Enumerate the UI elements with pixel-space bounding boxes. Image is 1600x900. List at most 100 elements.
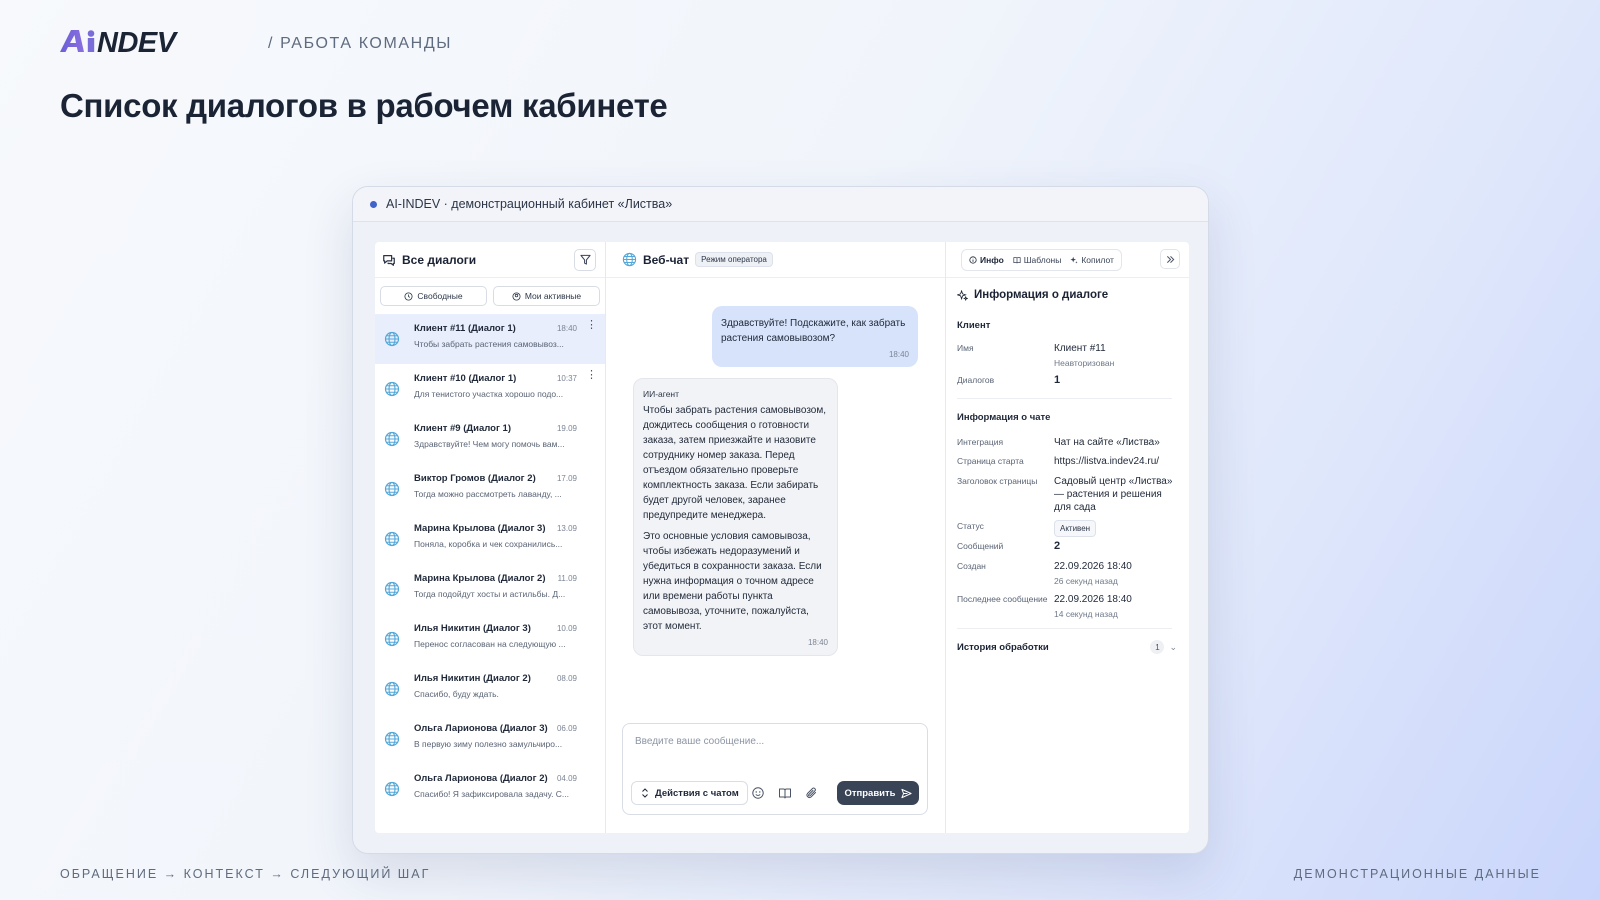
client-dialogs-row: Диалогов 1 [957, 374, 1177, 387]
dialog-item-name: Ольга Ларионова (Диалог 3) [414, 723, 548, 734]
dialog-item-body: Марина Крылова (Диалог 2) 11.09 Тогда подо… [414, 573, 599, 599]
globe-icon [384, 681, 400, 697]
dialog-item-name: Клиент #9 (Диалог 1) [414, 423, 512, 434]
created-label: Создан [957, 561, 986, 571]
info-header: Инфо Шаблоны Копилот [946, 242, 1189, 278]
agent-message: ИИ-агент Чтобы забрать растения самовыво… [633, 378, 838, 656]
dialog-item-name: Клиент #10 (Диалог 1) [414, 373, 517, 384]
workspace: Все диалоги Свободные Мои активные Клиен… [375, 242, 1189, 833]
dialog-item[interactable]: Илья Никитин (Диалог 2) 08.09 Спасибо, буд… [375, 664, 605, 714]
dialog-item-time: 18:40 [556, 324, 577, 333]
send-button[interactable]: Отправить [837, 781, 919, 805]
filter-my-active-label: Мои активные [524, 291, 582, 301]
dialog-item-header: Илья Никитин (Диалог 3) 10.09 [414, 623, 599, 634]
user-message-time: 18:40 [888, 350, 909, 359]
agent-message-paragraph-2: Это основные условия самовывоза, чтобы и… [643, 531, 822, 632]
user-message: Здравствуйте! Подскажите, как забрать ра… [712, 306, 918, 367]
agent-message-paragraph-1: Чтобы забрать растения самовывозом, дожд… [643, 405, 827, 521]
dialog-item-header: Клиент #11 (Диалог 1) 18:40 [414, 323, 599, 334]
dialog-item[interactable]: Ольга Ларионова (Диалог 3) 06.09 В первую … [375, 714, 605, 764]
client-dialogs-value: 1 [1054, 374, 1061, 386]
globe-icon [384, 531, 400, 547]
integration-label: Интеграция [957, 437, 1004, 447]
page-title-row: Заголовок страницы Садовый центр «Листва… [957, 475, 1177, 514]
client-name-value: Клиент #11 Неавторизован [1054, 342, 1177, 370]
processing-history-count: 1 [1150, 640, 1165, 654]
message-composer: Действия с чатом Отправить [622, 723, 928, 815]
message-input[interactable] [635, 736, 915, 747]
status-value: Активен [1054, 520, 1177, 537]
user-message-text: Здравствуйте! Подскажите, как забрать ра… [721, 318, 906, 344]
emoji-icon[interactable] [751, 786, 765, 800]
dialog-item-name: Марина Крылова (Диалог 2) [414, 573, 546, 584]
window-title: AI-INDEV · демонстрационный кабинет «Лис… [386, 197, 673, 211]
dialog-item-time: 08.09 [556, 674, 577, 683]
dialog-item-body: Ольга Ларионова (Диалог 3) 06.09 В первую … [414, 723, 599, 749]
dialog-item-name: Ольга Ларионова (Диалог 2) [414, 773, 548, 784]
dialog-item-preview: Тогда можно рассмотреть лаванду, ... [414, 489, 562, 499]
book-icon[interactable] [778, 786, 792, 800]
last-message-value: 22.09.2026 18:40 14 секунд назад [1054, 593, 1177, 621]
info-title-text: Информация о диалоге [974, 289, 1109, 301]
dialog-item-body: Илья Никитин (Диалог 3) 10.09 Перенос согл… [414, 623, 599, 649]
dialog-item[interactable]: Виктор Громов (Диалог 2) 17.09 Тогда можно… [375, 464, 605, 514]
dialog-item[interactable]: Клиент #10 (Диалог 1) 10:37 Для тенистого … [375, 364, 605, 414]
dialog-item-time: 11.09 [557, 574, 577, 583]
filter-my-active-button[interactable]: Мои активные [493, 286, 600, 306]
chevron-updown-icon [642, 788, 648, 798]
tab-copilot[interactable]: Копилот [1070, 255, 1114, 265]
chevron-down-icon: ⌄ [1169, 641, 1177, 652]
chat-actions-button[interactable]: Действия с чатом [631, 781, 748, 805]
more-vertical-icon[interactable]: ⋮ [586, 370, 597, 381]
info-panel: Инфо Шаблоны Копилот Информация о диалог… [946, 242, 1189, 833]
dialog-item-time: 13.09 [556, 524, 577, 533]
dialog-item-name: Марина Крылова (Диалог 3) [414, 523, 546, 534]
last-message-label: Последнее сообщение [957, 594, 1048, 604]
tab-info[interactable]: Инфо [969, 255, 1004, 265]
client-name-label: Имя [957, 343, 974, 353]
more-vertical-icon[interactable]: ⋮ [586, 320, 597, 331]
dialog-item-time: 10.09 [556, 624, 577, 633]
created-row: Создан 22.09.2026 18:40 26 секунд назад [957, 560, 1177, 588]
tab-templates[interactable]: Шаблоны [1013, 255, 1061, 265]
messages-label: Сообщений [957, 541, 1004, 551]
dialog-item[interactable]: Клиент #9 (Диалог 1) 19.09 Здравствуйте! Ч… [375, 414, 605, 464]
dialog-item-preview: Здравствуйте! Чем могу помочь вам... [414, 439, 565, 449]
paperclip-icon[interactable] [805, 786, 819, 800]
divider [957, 628, 1172, 629]
processing-history-label: История обработки [957, 641, 1049, 653]
sparkle-icon [1070, 256, 1078, 263]
sparkle-icon [957, 289, 968, 301]
dialog-item-name: Илья Никитин (Диалог 3) [414, 623, 531, 634]
dialog-item-header: Илья Никитин (Диалог 2) 08.09 [414, 673, 599, 684]
filter-free-button[interactable]: Свободные [380, 286, 487, 306]
dialog-item-header: Марина Крылова (Диалог 3) 13.09 [414, 523, 599, 534]
dialog-item-body: Виктор Громов (Диалог 2) 17.09 Тогда можно… [414, 473, 599, 499]
filter-icon [579, 254, 591, 265]
chat-title: Веб-чат [643, 252, 690, 267]
dialog-item[interactable]: Ольга Ларионова (Диалог 2) 04.09 Спасибо! … [375, 764, 605, 814]
filter-free-label: Свободные [417, 291, 463, 301]
dialog-item-preview: Спасибо, буду ждать. [414, 689, 499, 699]
page-title-value: Садовый центр «Листва» — растения и реше… [1054, 476, 1173, 513]
dialog-item[interactable]: Клиент #11 (Диалог 1) 18:40 Чтобы забрать … [375, 314, 605, 364]
globe-icon [622, 252, 637, 267]
agent-message-time: 18:40 [807, 638, 828, 647]
status-row: Статус Активен [957, 520, 1177, 537]
info-tabs: Инфо Шаблоны Копилот [961, 248, 1122, 271]
processing-history-toggle[interactable]: История обработки 1 ⌄ [957, 640, 1177, 654]
messages-row: Сообщений 2 [957, 540, 1177, 553]
start-page-value[interactable]: https://listva.indev24.ru/ [1054, 455, 1177, 468]
footer-flow-label: ОБРАЩЕНИЕ → КОНТЕКСТ → СЛЕДУЮЩИЙ ШАГ [60, 867, 431, 881]
start-page-label: Страница старта [957, 456, 1024, 466]
dialog-item[interactable]: Илья Никитин (Диалог 3) 10.09 Перенос согл… [375, 614, 605, 664]
client-auth-status: Неавторизован [1054, 358, 1115, 368]
filter-button[interactable] [574, 248, 596, 271]
dialog-items: Клиент #11 (Диалог 1) 18:40 Чтобы забрать … [375, 314, 605, 833]
dialog-item[interactable]: Марина Крылова (Диалог 2) 11.09 Тогда подо… [375, 564, 605, 614]
dialog-item[interactable]: Марина Крылова (Диалог 3) 13.09 Поняла, ко… [375, 514, 605, 564]
dialog-item-time: 19.09 [556, 424, 577, 433]
collapse-panel-button[interactable] [1160, 249, 1180, 269]
footer-demo-label: ДЕМОНСТРАЦИОННЫЕ ДАННЫЕ [1293, 867, 1541, 881]
dialog-item-header: Ольга Ларионова (Диалог 2) 04.09 [414, 773, 599, 784]
